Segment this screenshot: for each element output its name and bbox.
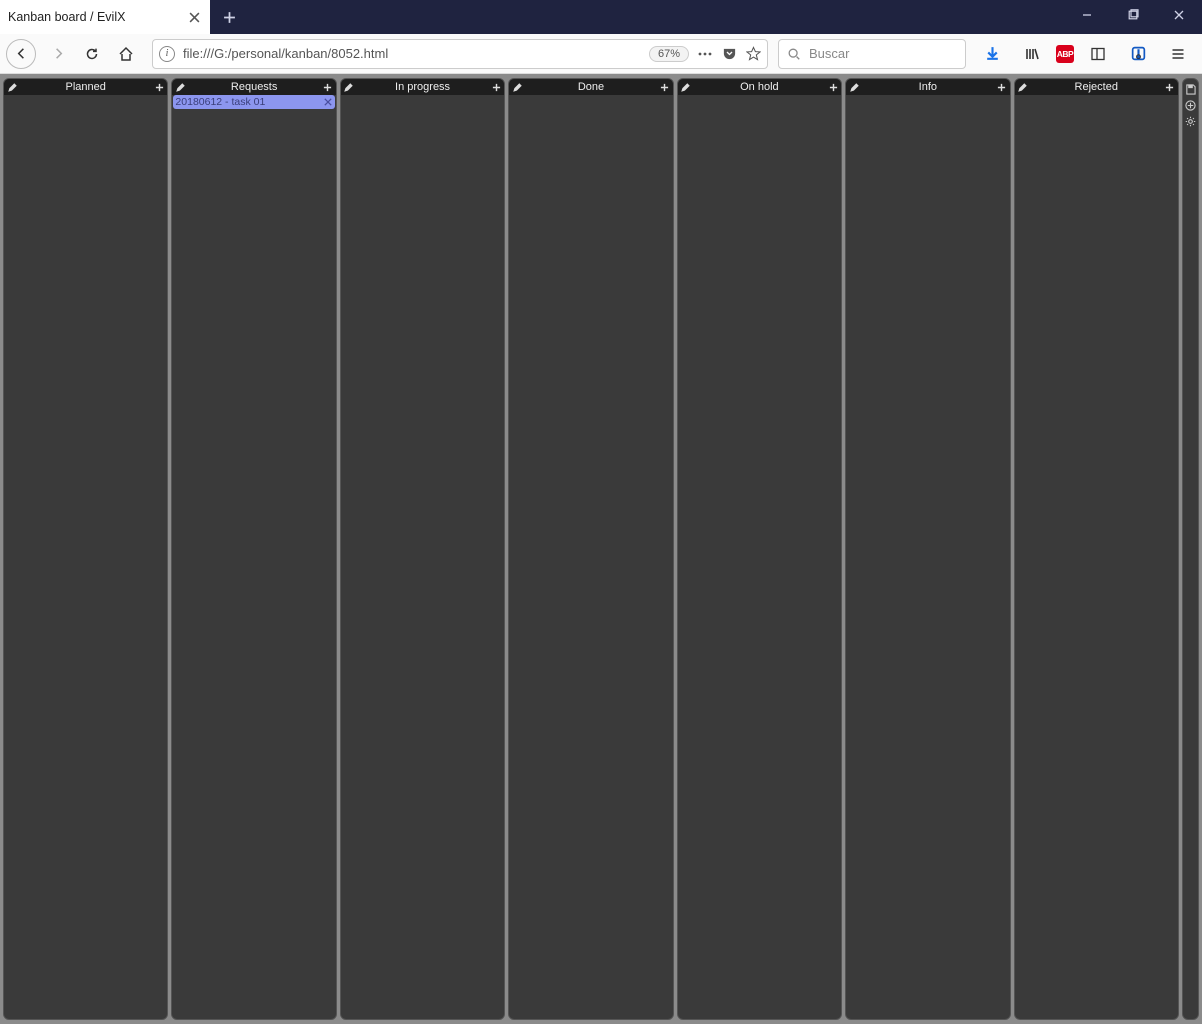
forward-button[interactable]: [42, 38, 74, 70]
board-side-rail: [1182, 78, 1199, 1020]
column-title: Done: [523, 81, 658, 93]
column-body[interactable]: 20180612 - task 01: [172, 95, 335, 1019]
kanban-column-info: Info: [845, 78, 1010, 1020]
edit-icon[interactable]: [511, 81, 523, 93]
close-icon[interactable]: [323, 97, 333, 107]
column-body[interactable]: [341, 95, 504, 1019]
zoom-indicator[interactable]: 67%: [649, 46, 689, 62]
column-header: Info: [846, 79, 1009, 95]
column-title: Rejected: [1029, 81, 1164, 93]
add-icon[interactable]: [153, 81, 165, 93]
maximize-button[interactable]: [1110, 0, 1156, 30]
edit-icon[interactable]: [680, 81, 692, 93]
bookmark-star-icon[interactable]: [745, 46, 761, 62]
edit-icon[interactable]: [174, 81, 186, 93]
pocket-icon[interactable]: [721, 46, 737, 62]
kanban-card[interactable]: 20180612 - task 01: [173, 95, 334, 109]
add-icon[interactable]: [827, 81, 839, 93]
edit-icon[interactable]: [343, 81, 355, 93]
home-button[interactable]: [110, 38, 142, 70]
page-actions-icon[interactable]: [697, 46, 713, 62]
search-bar[interactable]: Buscar: [778, 39, 966, 69]
search-placeholder: Buscar: [809, 46, 849, 61]
column-header: Rejected: [1015, 79, 1178, 95]
column-title: On hold: [692, 81, 827, 93]
column-header: Planned: [4, 79, 167, 95]
column-body[interactable]: [846, 95, 1009, 1019]
kanban-column-rejected: Rejected: [1014, 78, 1179, 1020]
column-body[interactable]: [1015, 95, 1178, 1019]
url-text: file:///G:/personal/kanban/8052.html: [183, 46, 641, 61]
library-icon[interactable]: [1016, 38, 1048, 70]
card-text: 20180612 - task 01: [175, 96, 322, 108]
add-icon[interactable]: [996, 81, 1008, 93]
column-body[interactable]: [509, 95, 672, 1019]
sidebar-icon[interactable]: [1082, 38, 1114, 70]
close-window-button[interactable]: [1156, 0, 1202, 30]
column-body[interactable]: [4, 95, 167, 1019]
reload-button[interactable]: [76, 38, 108, 70]
column-title: Requests: [186, 81, 321, 93]
kanban-column-done: Done: [508, 78, 673, 1020]
kanban-column-in-progress: In progress: [340, 78, 505, 1020]
browser-tab[interactable]: Kanban board / EvilX: [0, 0, 210, 34]
downloads-icon[interactable]: [976, 38, 1008, 70]
back-button[interactable]: [6, 39, 36, 69]
column-title: Planned: [18, 81, 153, 93]
column-header: Requests: [172, 79, 335, 95]
add-icon[interactable]: [659, 81, 671, 93]
column-header: Done: [509, 79, 672, 95]
save-icon[interactable]: [1184, 83, 1196, 95]
kanban-column-planned: Planned: [3, 78, 168, 1020]
add-icon[interactable]: [322, 81, 334, 93]
minimize-button[interactable]: [1064, 0, 1110, 30]
browser-toolbar: i file:///G:/personal/kanban/8052.html 6…: [0, 34, 1202, 74]
gear-icon[interactable]: [1184, 115, 1196, 127]
close-icon[interactable]: [186, 9, 202, 25]
app-menu-icon[interactable]: [1162, 38, 1194, 70]
edit-icon[interactable]: [848, 81, 860, 93]
column-title: In progress: [355, 81, 490, 93]
site-info-icon[interactable]: i: [159, 46, 175, 62]
edit-icon[interactable]: [1017, 81, 1029, 93]
edit-icon[interactable]: [6, 81, 18, 93]
column-header: On hold: [678, 79, 841, 95]
kanban-board: Planned Requests 20180612 - task 01 In p…: [0, 74, 1202, 1024]
add-icon[interactable]: [490, 81, 502, 93]
add-column-icon[interactable]: [1184, 99, 1196, 111]
toolbar-right-icons: ABP: [976, 38, 1194, 70]
new-tab-button[interactable]: [214, 2, 244, 32]
window-titlebar: Kanban board / EvilX: [0, 0, 1202, 34]
column-title: Info: [860, 81, 995, 93]
tab-title: Kanban board / EvilX: [8, 10, 186, 24]
column-header: In progress: [341, 79, 504, 95]
kanban-column-requests: Requests 20180612 - task 01: [171, 78, 336, 1020]
url-bar[interactable]: i file:///G:/personal/kanban/8052.html 6…: [152, 39, 768, 69]
column-body[interactable]: [678, 95, 841, 1019]
add-icon[interactable]: [1164, 81, 1176, 93]
kanban-column-on-hold: On hold: [677, 78, 842, 1020]
window-controls: [1064, 0, 1202, 30]
adblock-icon[interactable]: ABP: [1056, 45, 1074, 63]
extension-icon[interactable]: [1122, 38, 1154, 70]
